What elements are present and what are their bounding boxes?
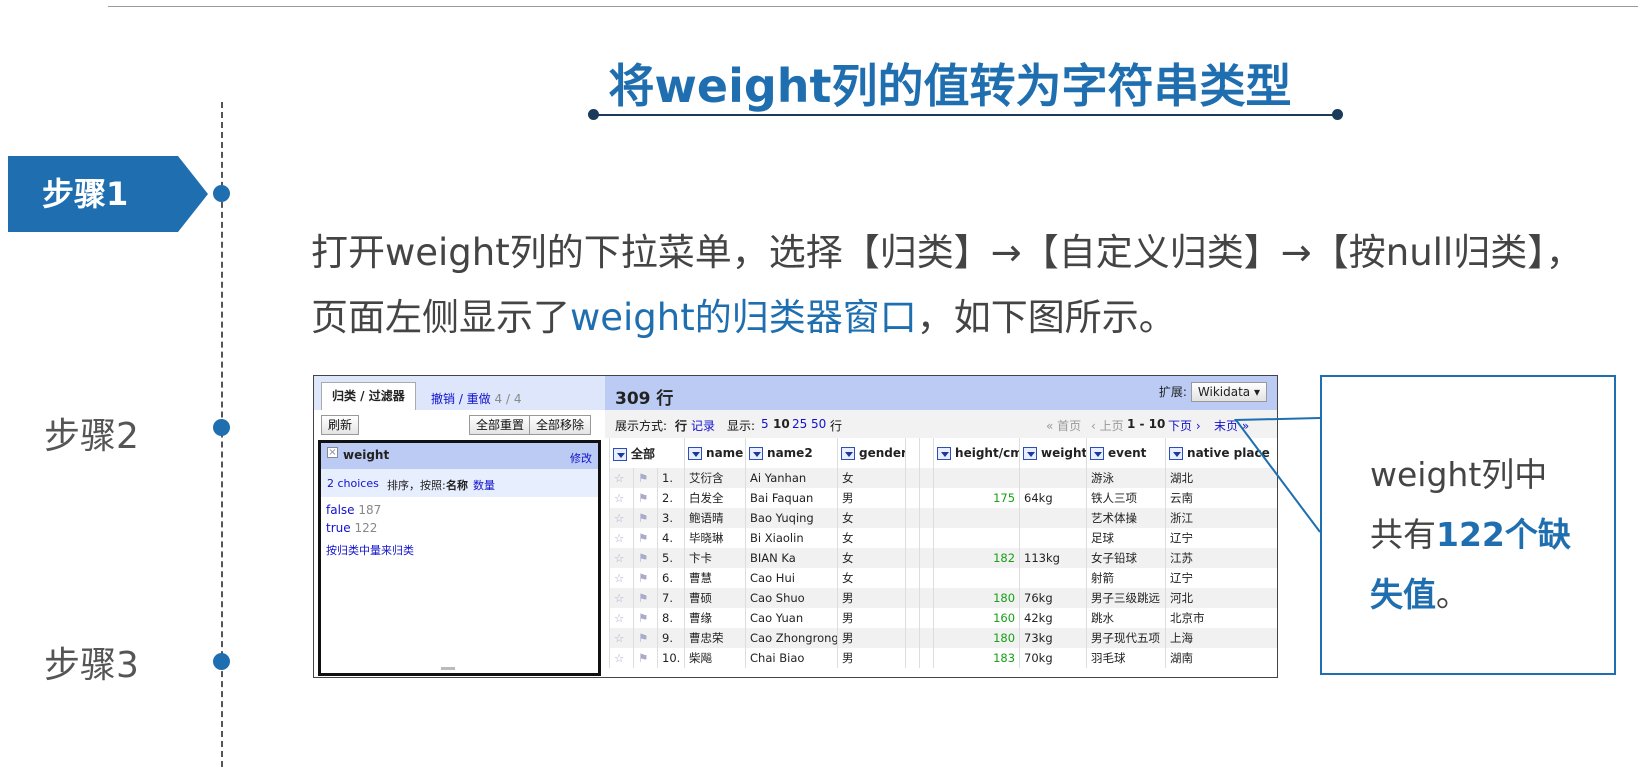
- callout-box: weight列中 共有122个缺 失值。: [1320, 375, 1616, 675]
- callout-line-3: 失值。: [1370, 575, 1469, 614]
- callout-text: weight列中 共有122个缺 失值。: [1370, 445, 1571, 625]
- callout-line-2: 共有122个缺: [1370, 515, 1571, 554]
- callout-line-1: weight列中: [1370, 455, 1548, 494]
